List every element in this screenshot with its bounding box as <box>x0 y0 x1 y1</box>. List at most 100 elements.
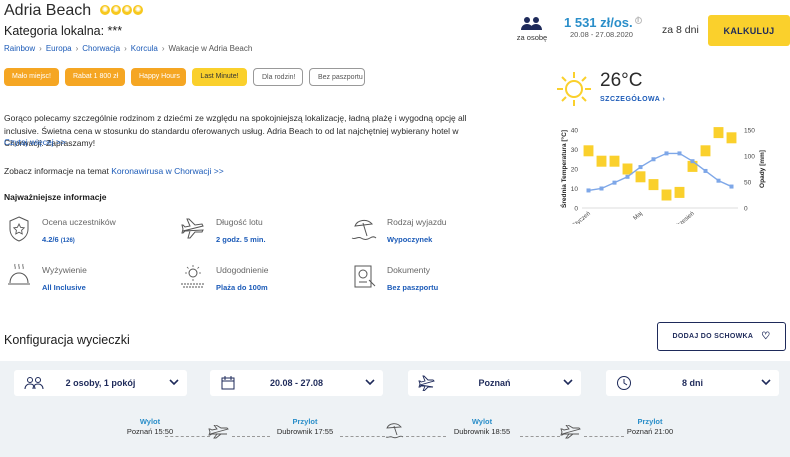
hotel-description: Gorąco polecamy szczególnie rodzinom z d… <box>4 113 467 148</box>
timeline-kind: Wylot <box>471 417 493 426</box>
breadcrumb-link[interactable]: Korcula <box>131 44 158 53</box>
temperature-point <box>677 151 682 156</box>
fact-title: Dokumenty <box>387 265 430 275</box>
timeline-kind: Przylot <box>637 417 663 426</box>
trip-days: za 8 dni <box>662 24 699 36</box>
chevron-down-icon <box>761 379 771 386</box>
select-duration[interactable]: 8 dni <box>606 370 779 396</box>
fact-board: Wyżywienie All Inclusive <box>4 262 164 302</box>
offer-badges: Mało miejsc! Rabat 1 800 zł Happy Hours … <box>4 68 365 86</box>
fact-amenity: Udogodnienie Plaża do 100m <box>178 262 338 302</box>
precipitation-bar <box>674 186 685 198</box>
info-icon[interactable]: i <box>634 16 642 24</box>
fact-title: Wyżywienie <box>42 265 87 275</box>
y2-axis-title: Opady [mm] <box>759 150 766 188</box>
timeline-kind: Przylot <box>292 417 318 426</box>
rating-count: (126) <box>60 238 75 244</box>
outbound-departure: Wylot Poznań 15:50 <box>105 417 195 436</box>
fact-flight-length: Długość lotu 2 godz. 5 min. <box>178 214 338 254</box>
select-participants[interactable]: 2 osoby, 1 pokój <box>14 370 187 396</box>
offer-header: Adria Beach ✺ ✺ ✺ ✺ Kategoria lokalna: *… <box>4 2 790 62</box>
timeline-dash <box>584 436 624 437</box>
breadcrumb-separator-icon: › <box>124 44 127 53</box>
select-departure-airport[interactable]: Poznań <box>408 370 581 396</box>
people-icon <box>24 377 44 390</box>
breadcrumb-separator-icon: › <box>161 44 165 53</box>
breadcrumb-current: Wakacje w Adria Beach <box>168 44 253 53</box>
precipitation-bar <box>648 179 659 191</box>
fact-title: Długość lotu <box>216 217 263 227</box>
plane-icon <box>208 425 229 439</box>
temperature-point <box>716 178 721 183</box>
beach-umbrella-icon <box>351 219 377 240</box>
read-more-link[interactable]: Czytaj więcej >> <box>4 137 66 147</box>
temperature-point <box>729 184 734 189</box>
timeline-dash <box>232 436 270 437</box>
star-icon: ✺ <box>122 5 132 15</box>
passport-icon <box>354 265 376 288</box>
chevron-right-icon: › <box>662 96 666 103</box>
star-icon: ✺ <box>111 5 121 15</box>
fact-title: Rodzaj wyjazdu <box>387 217 447 227</box>
corona-text: Zobacz informacje na temat <box>4 166 112 176</box>
sun-sea-icon <box>181 265 205 288</box>
fact-trip-type: Rodzaj wyjazdu Wypoczynek <box>349 214 509 254</box>
return-arrival: Przylot Poznań 21:00 <box>605 417 695 436</box>
key-info-grid: Ocena uczestników 4.2/6 (126) Długość lo… <box>4 214 524 299</box>
y-tick-label: 0 <box>574 206 578 213</box>
flight-timeline: Wylot Poznań 15:50 Przylot Dubrownik 17:… <box>0 417 790 447</box>
fact-documents: Dokumenty Bez paszportu <box>349 262 509 302</box>
precipitation-bar <box>596 155 607 167</box>
y2-tick-label: 50 <box>744 180 752 187</box>
fact-value: All Inclusive <box>42 283 86 292</box>
precipitation-bar <box>661 189 672 201</box>
fact-title: Ocena uczestników <box>42 217 116 227</box>
climate-chart: 0 10 20 30 40 0 50 100 150 Średnia Temperatura [°… <box>559 118 788 232</box>
calculate-button[interactable]: KALKULUJ <box>708 15 790 46</box>
plane-icon <box>181 218 204 239</box>
timeline-dash <box>165 436 210 437</box>
climate-chart-svg: 0 10 20 30 40 0 50 100 150 Średnia Temperatura [°… <box>559 127 766 232</box>
clock-icon <box>617 376 631 390</box>
timeline-place: Dubrownik 18:55 <box>453 427 511 436</box>
breadcrumb: Rainbow › Europa › Chorwacja › Korcula ›… <box>4 44 252 53</box>
badge-no-passport: Bez paszportu <box>309 68 365 86</box>
timeline-place: Dubrownik 17:55 <box>276 427 334 436</box>
fact-value: 2 godz. 5 min. <box>216 235 266 244</box>
timeline-dash <box>340 436 385 437</box>
breadcrumb-link[interactable]: Rainbow <box>4 44 35 53</box>
weather-detail-link[interactable]: SZCZEGÓŁOWA › <box>600 96 665 103</box>
per-person-label: za osobę <box>516 33 548 42</box>
breadcrumb-separator-icon: › <box>39 44 42 53</box>
add-to-favorites-button[interactable]: DODAJ DO SCHOWKA ♡ <box>657 322 786 351</box>
hotel-rating: ✺ ✺ ✺ ✺ <box>100 5 143 15</box>
current-temperature: 26°C <box>600 70 643 91</box>
hotel-name: Adria Beach <box>4 2 92 19</box>
breadcrumb-link[interactable]: Chorwacja <box>82 44 120 53</box>
temperature-point <box>664 151 669 156</box>
breadcrumb-link[interactable]: Europa <box>46 44 72 53</box>
temperature-point <box>703 168 708 173</box>
precipitation-bar <box>609 155 620 167</box>
precipitation-bar <box>713 127 724 139</box>
add-to-favorites-label: DODAJ DO SCHOWKA <box>672 333 754 340</box>
timeline-place: Poznań 21:00 <box>626 427 674 436</box>
breadcrumb-separator-icon: › <box>75 44 79 53</box>
rating-value[interactable]: 4.2/6 <box>42 235 59 244</box>
precipitation-bar <box>635 171 646 183</box>
corona-link[interactable]: Koronawirusa w Chorwacji >> <box>111 166 223 176</box>
timeline-dash <box>406 436 446 437</box>
fact-rating: Ocena uczestników 4.2/6 (126) <box>4 214 164 254</box>
timeline-place: Poznań 15:50 <box>126 427 174 436</box>
y2-tick-label: 100 <box>744 154 755 161</box>
timeline-kind: Wylot <box>139 417 161 426</box>
select-dates[interactable]: 20.08 - 27.08 <box>210 370 383 396</box>
trip-config-panel: 2 osoby, 1 pokój 20.08 - 27.08 Poznań 8 … <box>0 361 790 457</box>
temperature-point <box>612 180 617 185</box>
temperature-point <box>651 157 656 162</box>
per-person-toggle[interactable]: za osobę <box>512 16 552 42</box>
y-tick-label: 40 <box>571 128 579 135</box>
weather-detail-label: SZCZEGÓŁOWA <box>600 96 661 103</box>
temperature-point <box>690 159 695 164</box>
fact-title: Udogodnienie <box>216 265 269 275</box>
